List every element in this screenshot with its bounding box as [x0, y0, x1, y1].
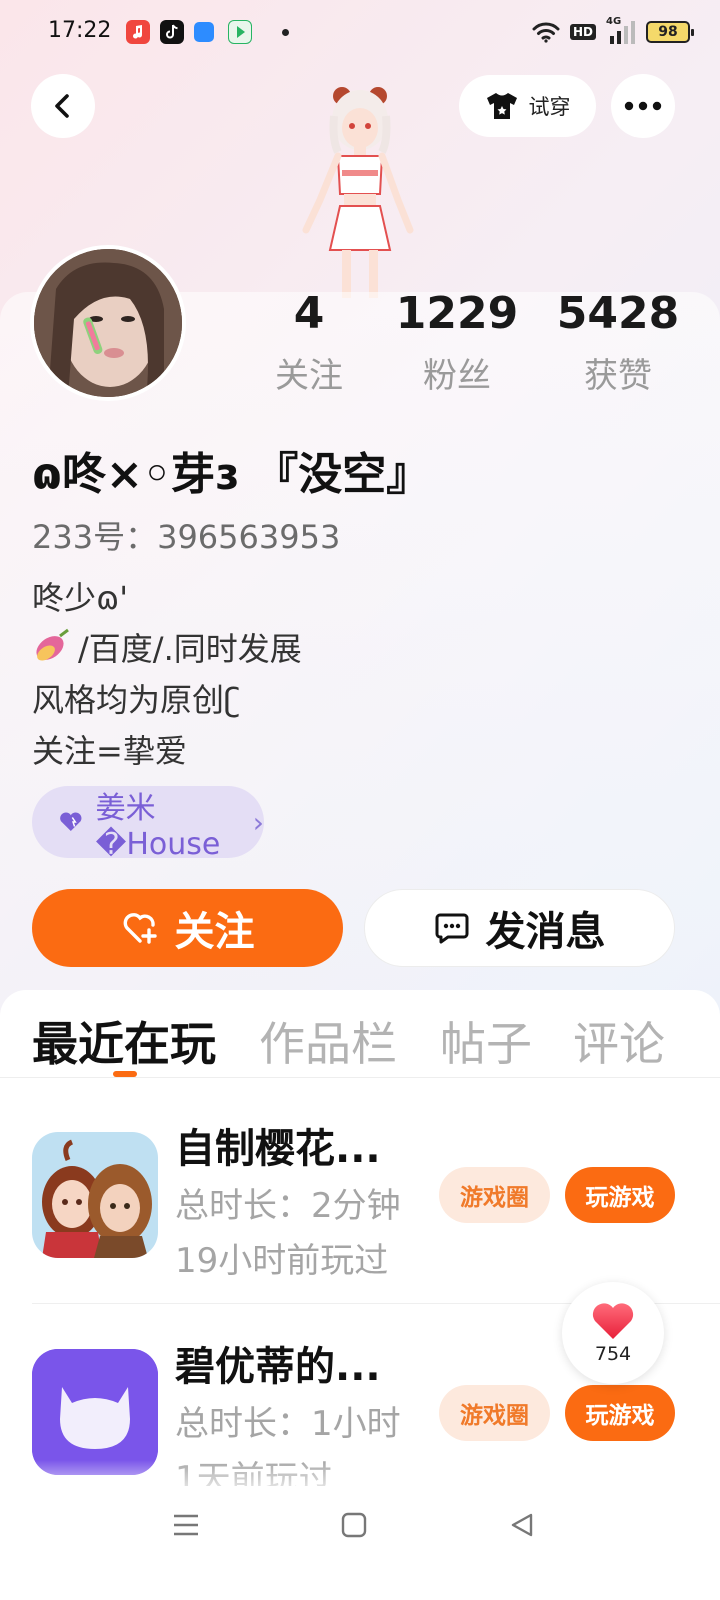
bio-line: /百度/.同时发展	[32, 624, 302, 670]
status-indicators: HD 4G 98	[532, 16, 694, 46]
game-last-played: 19小时前玩过	[175, 1241, 389, 1281]
music-app-icon	[126, 20, 150, 44]
followers-count: 1229	[395, 288, 519, 339]
video-app-icon	[228, 20, 252, 44]
send-message-button[interactable]: 发消息	[364, 889, 675, 967]
group-tag-label: 姜米�House	[95, 790, 221, 862]
back-triangle-icon[interactable]	[502, 1508, 542, 1542]
home-square-icon[interactable]	[334, 1508, 374, 1542]
group-tag-button[interactable]: 姜米�House ›	[32, 786, 264, 862]
bio-line-text: /百度/.同时发展	[78, 630, 302, 668]
game-duration: 总时长：1小时	[175, 1404, 401, 1444]
game-title[interactable]: 自制樱花...	[175, 1116, 381, 1174]
likes-count: 5428	[556, 288, 680, 339]
follow-button[interactable]: 关注	[32, 889, 343, 967]
heart-icon	[60, 812, 82, 832]
bio-line: 关注=挚爱	[32, 732, 187, 770]
tiktok-icon	[160, 20, 184, 44]
nickname: ɷ咚×◦芽ɜ 『没空』	[32, 449, 431, 500]
more-options-button[interactable]	[611, 74, 675, 138]
user-id[interactable]: 233号：396563953	[32, 512, 340, 558]
like-count: 754	[594, 1343, 632, 1365]
follow-label: 关注	[174, 909, 255, 955]
hd-badge: HD	[569, 24, 596, 40]
try-on-button[interactable]: 试穿	[459, 75, 596, 137]
wifi-icon	[532, 22, 560, 43]
game-circle-button[interactable]: 游戏圈	[439, 1167, 550, 1223]
tab-divider	[0, 1077, 720, 1078]
stat-likes[interactable]: 5428 获赞	[538, 288, 698, 397]
tshirt-icon	[486, 93, 517, 119]
more-dots-icon	[624, 101, 662, 111]
menu-icon[interactable]	[166, 1508, 206, 1542]
stat-followers[interactable]: 1229 粉丝	[377, 288, 537, 397]
chevron-right-icon: ›	[252, 805, 264, 839]
likes-label: 获赞	[584, 356, 652, 396]
network-label: 4G	[606, 16, 622, 27]
game-duration: 总时长：2分钟	[175, 1186, 401, 1226]
status-time: 17:22	[48, 18, 112, 43]
battery-icon: 98	[646, 21, 694, 43]
bio-line: 风格均为原创ʗ	[32, 681, 241, 719]
signal-icon: 4G	[606, 16, 636, 44]
profile-page: 17:22 HD 4G 98 试穿 4 关注 1229 粉丝 5428 获赞 ɷ…	[0, 0, 720, 1600]
following-count: 4	[293, 288, 325, 339]
tab-works[interactable]: 作品栏	[259, 1008, 397, 1074]
tab-posts[interactable]: 帖子	[440, 1008, 532, 1074]
game-circle-button[interactable]: 游戏圈	[439, 1385, 550, 1441]
sweet-potato-icon	[36, 628, 69, 661]
system-nav-bar	[0, 1486, 720, 1600]
game-title[interactable]: 碧优蒂的...	[175, 1334, 381, 1392]
heart-plus-icon	[123, 913, 157, 944]
game-icon-biyoudi[interactable]	[32, 1349, 158, 1475]
stat-following[interactable]: 4 关注	[229, 288, 389, 397]
tab-comments[interactable]: 评论	[573, 1008, 665, 1074]
play-game-button[interactable]: 玩游戏	[565, 1167, 675, 1223]
battery-level: 98	[658, 24, 678, 40]
play-game-button[interactable]: 玩游戏	[565, 1385, 675, 1441]
notification-dot	[282, 29, 289, 36]
send-message-label: 发消息	[485, 909, 606, 955]
following-label: 关注	[275, 356, 343, 396]
like-float-button[interactable]: 754	[562, 1282, 664, 1384]
heart-icon	[592, 1303, 634, 1339]
status-bar: 17:22 HD 4G 98	[0, 0, 720, 64]
profile-avatar[interactable]	[30, 245, 186, 401]
game-icon-sakura[interactable]	[32, 1132, 158, 1258]
followers-label: 粉丝	[423, 356, 491, 396]
chevron-left-icon	[55, 94, 69, 118]
chat-bubble-icon	[435, 913, 468, 944]
blue-app-icon	[194, 22, 214, 42]
try-on-label: 试穿	[528, 95, 571, 119]
back-button[interactable]	[31, 74, 95, 138]
tab-recently-played[interactable]: 最近在玩	[32, 1008, 216, 1074]
bio-line: 咚少ɷ'	[32, 579, 129, 617]
avatar-3d-figure[interactable]	[290, 80, 420, 300]
